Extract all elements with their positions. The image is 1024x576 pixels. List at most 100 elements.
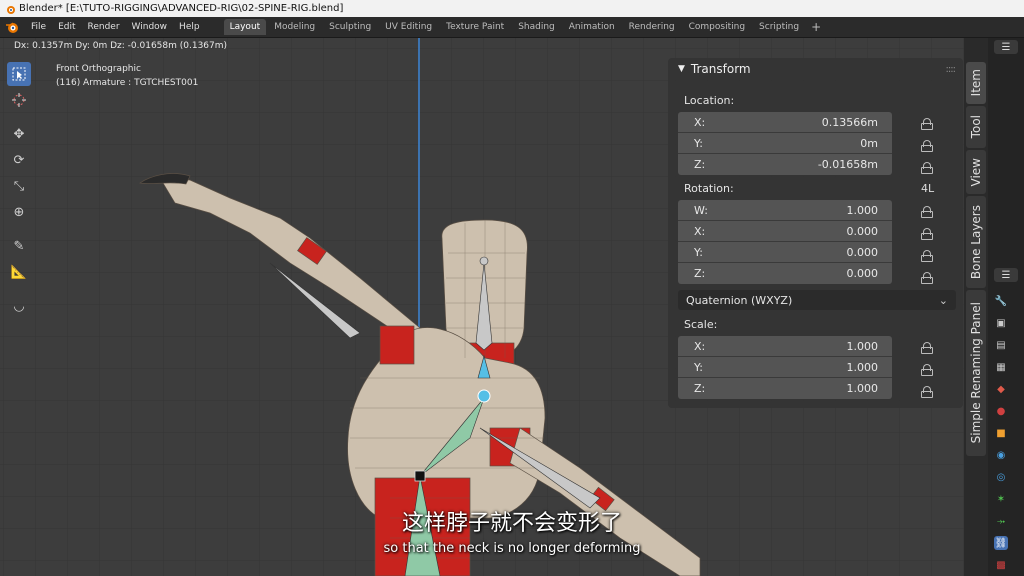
tab-shading[interactable]: Shading — [512, 19, 561, 35]
rotation-fields: W: 1.000 X: 0.000 Y: 0.000 Z: 0.000 — [678, 200, 892, 284]
axis-label: Y: — [694, 245, 703, 259]
lock-icon[interactable] — [921, 364, 935, 376]
location-x-field[interactable]: X: 0.13566m — [678, 112, 892, 133]
transform-panel: ▼ Transform :::: Location: X: 0.13566m Y:… — [668, 58, 963, 408]
location-x-value: 0.13566m — [821, 115, 878, 129]
tab-texture-paint[interactable]: Texture Paint — [440, 19, 510, 35]
menu-render[interactable]: Render — [82, 22, 126, 32]
rotate-icon[interactable]: ⟳ — [7, 148, 31, 172]
drag-grip-icon[interactable]: :::: — [946, 64, 957, 75]
transform-delta-info: Dx: 0.1357m Dy: 0m Dz: -0.01658m (0.1367… — [14, 41, 228, 51]
tab-item-label: Item — [969, 69, 983, 97]
tab-item[interactable]: Item — [966, 62, 986, 104]
tab-scripting[interactable]: Scripting — [753, 19, 805, 35]
tool-properties-icon[interactable]: 🔧 — [994, 294, 1008, 308]
menu-help[interactable]: Help — [173, 22, 206, 32]
selected-bone-head-icon — [477, 389, 491, 403]
texture-properties-icon[interactable]: ▩ — [994, 558, 1008, 572]
lock-icon[interactable] — [921, 228, 935, 240]
blender-logo-icon — [7, 5, 15, 14]
tab-bone-layers[interactable]: Bone Layers — [966, 196, 986, 288]
axis-label: Y: — [694, 360, 703, 374]
lock-icon[interactable] — [921, 386, 935, 398]
chevron-down-icon: ⌄ — [938, 293, 948, 307]
view-layer-icon[interactable]: ▦ — [994, 360, 1008, 374]
lock-icon[interactable] — [921, 272, 935, 284]
location-y-field[interactable]: Y: 0m — [678, 133, 892, 154]
bone-joint-marker — [414, 470, 426, 482]
tab-view[interactable]: View — [966, 150, 986, 194]
editor-type-icon[interactable]: ☰ — [994, 40, 1018, 54]
scale-x-field[interactable]: X: 1.000 — [678, 336, 892, 357]
properties-editor-strip: ☰ ☰ 🔧 ▣ ▤ ▦ ◆ ● ■ ◉ ◎ ✶ ⤞ ⛓ ▩ — [988, 38, 1024, 576]
subtitle-chinese: 这样脖子就不会变形了 — [401, 511, 622, 536]
rotation-y-value: 0.000 — [846, 245, 879, 259]
rotation-mode-dropdown[interactable]: Quaternion (WXYZ) ⌄ — [678, 290, 956, 310]
tab-uv-editing[interactable]: UV Editing — [379, 19, 438, 35]
menu-edit[interactable]: Edit — [52, 22, 81, 32]
transform-icon[interactable]: ⊕ — [7, 200, 31, 224]
location-z-field[interactable]: Z: -0.01658m — [678, 154, 892, 175]
tool-shelf: ✥ ⟳ ⤡ ⊕ ✎ 📐 ◡ — [7, 62, 33, 320]
collapse-arrow-icon[interactable]: ▼ — [678, 64, 685, 74]
world-properties-icon[interactable]: ● — [994, 404, 1008, 418]
tab-simple-renaming-panel[interactable]: Simple Renaming Panel — [966, 290, 986, 456]
rotation-x-field[interactable]: X: 0.000 — [678, 221, 892, 242]
scale-icon[interactable]: ⤡ — [7, 174, 31, 198]
tab-modeling[interactable]: Modeling — [268, 19, 321, 35]
scale-y-field[interactable]: Y: 1.000 — [678, 357, 892, 378]
blender-menu-icon[interactable] — [5, 20, 19, 34]
scale-x-value: 1.000 — [846, 339, 879, 353]
object-properties-icon[interactable]: ■ — [994, 426, 1008, 440]
roll-icon[interactable]: ◡ — [7, 294, 31, 318]
lock-icon[interactable] — [921, 342, 935, 354]
rotation-w-field[interactable]: W: 1.000 — [678, 200, 892, 221]
axis-label: Y: — [694, 136, 703, 150]
lock-icon[interactable] — [921, 206, 935, 218]
render-properties-icon[interactable]: ▣ — [994, 316, 1008, 330]
window-title: Blender* [E:\TUTO-RIGGING\ADVANCED-RIG\0… — [19, 3, 344, 14]
output-properties-icon[interactable]: ▤ — [994, 338, 1008, 352]
sidebar-tabs: Item Tool View Bone Layers Simple Renami… — [964, 38, 988, 576]
select-box-icon[interactable] — [7, 62, 31, 86]
rotation-mode-value: Quaternion (WXYZ) — [686, 293, 793, 307]
scale-label: Scale: — [684, 318, 718, 331]
tab-layout[interactable]: Layout — [223, 19, 267, 35]
rotation-4l-toggle[interactable]: 4L — [921, 182, 934, 195]
menu-window[interactable]: Window — [126, 22, 174, 32]
axis-label: X: — [694, 224, 706, 238]
armature-data-icon[interactable]: ✶ — [994, 492, 1008, 506]
constraints-icon[interactable]: ◉ — [994, 448, 1008, 462]
subtitle-english: so that the neck is no longer deforming — [383, 541, 641, 556]
lock-icon[interactable] — [921, 250, 935, 262]
scale-y-value: 1.000 — [846, 360, 879, 374]
annotate-icon[interactable]: ✎ — [7, 234, 31, 258]
tab-sculpting[interactable]: Sculpting — [323, 19, 377, 35]
lock-icon[interactable] — [921, 118, 935, 130]
tab-compositing[interactable]: Compositing — [683, 19, 751, 35]
add-workspace-button[interactable]: + — [805, 20, 827, 34]
physics-icon[interactable]: ◎ — [994, 470, 1008, 484]
transform-panel-header[interactable]: ▼ Transform :::: — [668, 58, 963, 80]
lock-icon[interactable] — [921, 162, 935, 174]
window-titlebar: Blender* [E:\TUTO-RIGGING\ADVANCED-RIG\0… — [0, 0, 1024, 17]
move-icon[interactable]: ✥ — [7, 122, 31, 146]
tab-bone-layers-label: Bone Layers — [969, 204, 983, 280]
scale-z-value: 1.000 — [846, 382, 879, 395]
editor-type-icon[interactable]: ☰ — [994, 268, 1018, 282]
axis-label: Z: — [694, 382, 706, 395]
measure-icon[interactable]: 📐 — [7, 260, 31, 284]
rotation-y-field[interactable]: Y: 0.000 — [678, 242, 892, 263]
menu-file[interactable]: File — [25, 22, 52, 32]
scale-z-field[interactable]: Z: 1.000 — [678, 378, 892, 399]
axis-label: Z: — [694, 267, 706, 280]
scene-properties-icon[interactable]: ◆ — [994, 382, 1008, 396]
rotation-z-field[interactable]: Z: 0.000 — [678, 263, 892, 284]
rotation-w-value: 1.000 — [846, 203, 879, 217]
cursor-icon[interactable] — [7, 88, 31, 112]
tab-animation[interactable]: Animation — [563, 19, 621, 35]
tab-rendering[interactable]: Rendering — [623, 19, 681, 35]
tab-tool[interactable]: Tool — [966, 106, 986, 148]
lock-icon[interactable] — [921, 140, 935, 152]
rotation-x-value: 0.000 — [846, 224, 879, 238]
